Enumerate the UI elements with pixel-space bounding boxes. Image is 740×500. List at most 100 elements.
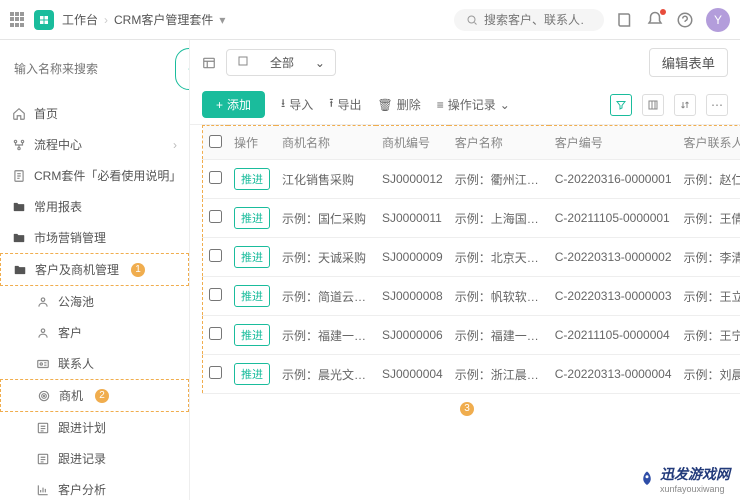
book-icon[interactable] <box>616 11 634 29</box>
col-header[interactable]: 操作 <box>228 126 276 160</box>
sidebar-item-label: 常用报表 <box>34 198 82 215</box>
panel-icon[interactable] <box>202 56 216 70</box>
row-checkbox[interactable] <box>209 366 222 379</box>
cell-contact[interactable]: 示例：刘晨 <box>678 355 740 394</box>
columns-icon[interactable] <box>642 94 664 116</box>
col-header[interactable]: 商机编号 <box>376 126 449 160</box>
help-icon[interactable] <box>676 11 694 29</box>
cell-name[interactable]: 示例：简道云采购 <box>276 277 376 316</box>
sidebar-item-label: 市场营销管理 <box>34 229 106 246</box>
row-checkbox[interactable] <box>209 171 222 184</box>
breadcrumb-suite[interactable]: CRM客户管理套件 <box>114 11 213 28</box>
sidebar-item-6[interactable]: 公海池 <box>0 286 189 317</box>
edit-form-button[interactable]: 编辑表单 <box>649 48 728 77</box>
new-button[interactable]: +新建 <box>175 48 190 90</box>
cell-name[interactable]: 江化销售采购 <box>276 160 376 199</box>
delete-button[interactable]: 🗑 删除 <box>377 96 420 113</box>
sidebar-item-2[interactable]: CRM套件「必看使用说明」 <box>0 160 189 191</box>
breadcrumb-workspace[interactable]: 工作台 <box>62 11 98 28</box>
row-checkbox[interactable] <box>209 327 222 340</box>
cell-customer[interactable]: 示例：衢州江化集团 <box>449 160 549 199</box>
row-checkbox[interactable] <box>209 288 222 301</box>
cell-contact[interactable]: 示例：王倩 <box>678 199 740 238</box>
search-input[interactable] <box>484 13 584 27</box>
sidebar-item-11[interactable]: 跟进记录 <box>0 443 189 474</box>
sidebar-item-label: 公海池 <box>58 293 94 310</box>
chevron-right-icon: › <box>104 13 108 27</box>
sidebar-item-4[interactable]: 市场营销管理 <box>0 222 189 253</box>
cell-name[interactable]: 示例：天诚采购 <box>276 238 376 277</box>
bell-icon[interactable] <box>646 11 664 29</box>
sidebar-item-label: 商机 <box>59 387 83 404</box>
cell-custno: C-20211105-0000004 <box>549 316 678 355</box>
push-button[interactable]: 推进 <box>234 207 270 229</box>
push-button[interactable]: 推进 <box>234 246 270 268</box>
topbar: 工作台 › CRM客户管理套件 ▾ Y <box>0 0 740 40</box>
add-button[interactable]: +添加 <box>202 91 265 118</box>
push-button[interactable]: 推进 <box>234 324 270 346</box>
sidebar-item-3[interactable]: 常用报表 <box>0 191 189 222</box>
oplog-button[interactable]: ≡ 操作记录 ⌄ <box>437 96 510 113</box>
row-checkbox[interactable] <box>209 249 222 262</box>
callout-badge: 2 <box>95 389 109 403</box>
more-icon[interactable]: ⋯ <box>706 94 728 116</box>
sidebar-item-12[interactable]: 客户分析 <box>0 474 189 500</box>
cell-code: SJ0000004 <box>376 355 449 394</box>
chevron-down-icon: ⌄ <box>315 56 325 70</box>
dropdown-icon[interactable]: ▾ <box>219 13 225 27</box>
col-header[interactable]: 商机名称 <box>276 126 376 160</box>
cell-customer[interactable]: 示例：浙江晨光文具… <box>449 355 549 394</box>
cell-code: SJ0000006 <box>376 316 449 355</box>
table-row: 推进江化销售采购SJ0000012示例：衢州江化集团C-20220316-000… <box>203 160 740 199</box>
app-launcher-icon[interactable] <box>10 12 26 28</box>
cell-name[interactable]: 示例：国仁采购 <box>276 199 376 238</box>
push-button[interactable]: 推进 <box>234 363 270 385</box>
avatar[interactable]: Y <box>706 8 730 32</box>
table-row: 推进示例：晨光文具设备…SJ0000004示例：浙江晨光文具…C-2022031… <box>203 355 740 394</box>
sidebar-item-label: 流程中心 <box>34 136 82 153</box>
cell-name[interactable]: 示例：福建一高3月订单 <box>276 316 376 355</box>
table-row: 推进示例：天诚采购SJ0000009示例：北京天诚软件…C-20220313-0… <box>203 238 740 277</box>
sidebar-item-5[interactable]: 客户及商机管理1 <box>0 253 189 286</box>
cell-contact[interactable]: 示例：赵仁民 <box>678 160 740 199</box>
cell-contact[interactable]: 示例：王立 <box>678 277 740 316</box>
col-header[interactable]: 客户编号 <box>549 126 678 160</box>
sidebar-item-label: 客户及商机管理 <box>35 261 119 278</box>
push-button[interactable]: 推进 <box>234 168 270 190</box>
data-table: 操作商机名称商机编号客户名称客户编号客户联系人 推进江化销售采购SJ000001… <box>202 125 740 394</box>
cell-custno: C-20220313-0000002 <box>549 238 678 277</box>
cell-custno: C-20220313-0000004 <box>549 355 678 394</box>
sidebar-item-0[interactable]: 首页 <box>0 98 189 129</box>
sidebar-search-input[interactable] <box>14 62 169 76</box>
sidebar-item-10[interactable]: 跟进计划 <box>0 412 189 443</box>
watermark: 迅发游戏网xunfayouxiwang <box>638 464 730 494</box>
filter-icon[interactable] <box>610 94 632 116</box>
select-all-checkbox[interactable] <box>209 135 222 148</box>
sidebar-item-1[interactable]: 流程中心 › <box>0 129 189 160</box>
cell-customer[interactable]: 示例：北京天诚软件… <box>449 238 549 277</box>
col-header[interactable]: 客户名称 <box>449 126 549 160</box>
cell-name[interactable]: 示例：晨光文具设备… <box>276 355 376 394</box>
sidebar-item-label: 跟进计划 <box>58 419 106 436</box>
export-button[interactable]: ⭱ 导出 <box>329 94 361 115</box>
table-row: 推进示例：福建一高3月订单SJ0000006示例：福建一高集团C-2021110… <box>203 316 740 355</box>
sidebar-item-label: 客户 <box>58 324 82 341</box>
sidebar-item-7[interactable]: 客户 <box>0 317 189 348</box>
sidebar-item-9[interactable]: 商机 2 <box>0 379 189 412</box>
global-search[interactable] <box>454 9 604 31</box>
cell-contact[interactable]: 示例：王宁 <box>678 316 740 355</box>
cell-code: SJ0000012 <box>376 160 449 199</box>
cell-customer[interactable]: 示例：帆软软件有限公司 <box>449 277 549 316</box>
cell-contact[interactable]: 示例：李清海 <box>678 238 740 277</box>
cell-customer[interactable]: 示例：上海国仁有限… <box>449 199 549 238</box>
sort-icon[interactable] <box>674 94 696 116</box>
row-checkbox[interactable] <box>209 210 222 223</box>
import-button[interactable]: ⭳ 导入 <box>281 94 313 115</box>
view-selector[interactable]: 全部 ⌄ <box>226 49 336 76</box>
cell-customer[interactable]: 示例：福建一高集团 <box>449 316 549 355</box>
push-button[interactable]: 推进 <box>234 285 270 307</box>
table-row: 推进示例：国仁采购SJ0000011示例：上海国仁有限…C-20211105-0… <box>203 199 740 238</box>
chevron-right-icon: › <box>173 138 177 152</box>
col-header[interactable]: 客户联系人 <box>678 126 740 160</box>
sidebar-item-8[interactable]: 联系人 <box>0 348 189 379</box>
